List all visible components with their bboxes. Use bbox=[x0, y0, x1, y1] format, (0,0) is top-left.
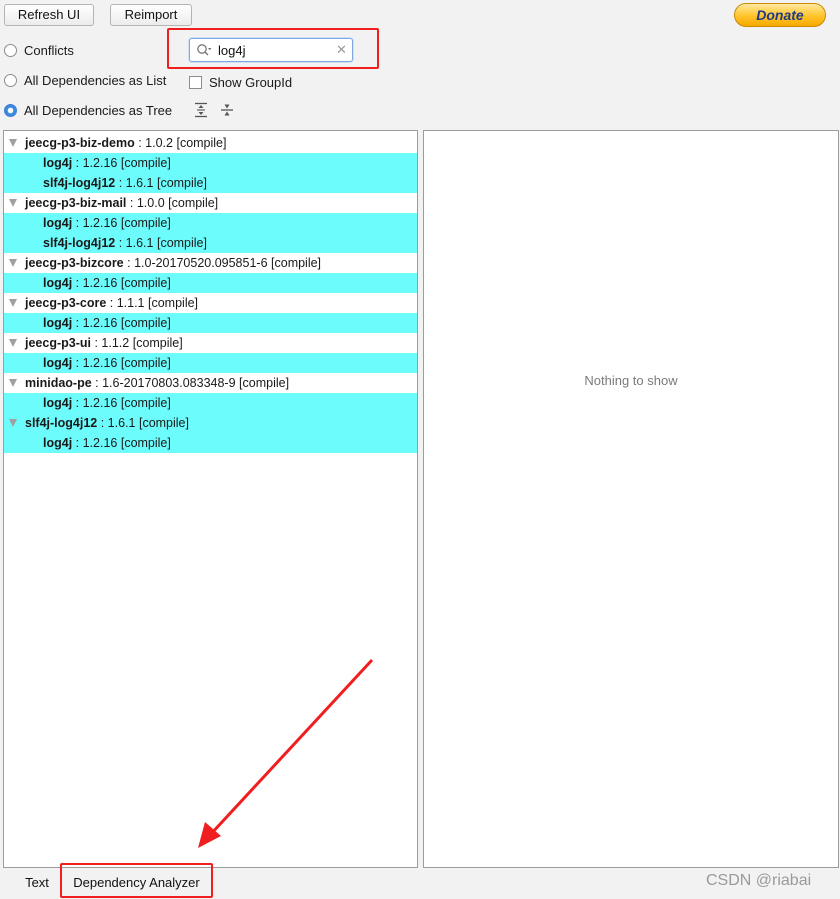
tree-node-label: jeecg-p3-biz-mail : 1.0.0 [compile] bbox=[25, 196, 219, 210]
expand-triangle-icon[interactable] bbox=[9, 419, 17, 427]
checkbox-box[interactable] bbox=[189, 75, 202, 89]
search-annotation-box bbox=[167, 28, 379, 69]
tree-node-label: log4j : 1.2.16 [compile] bbox=[43, 356, 171, 370]
tree-node-root[interactable]: slf4j-log4j12 : 1.6.1 [compile] bbox=[4, 413, 417, 433]
radio-dependencies-list[interactable]: All Dependencies as List bbox=[4, 71, 166, 89]
tree-node-child[interactable]: log4j : 1.2.16 [compile] bbox=[4, 213, 417, 233]
show-groupid-checkbox[interactable]: Show GroupId bbox=[189, 73, 292, 91]
expand-triangle-icon[interactable] bbox=[9, 259, 17, 267]
dependency-detail-panel[interactable]: Nothing to show bbox=[423, 130, 839, 868]
tree-node-label: jeecg-p3-biz-demo : 1.0.2 [compile] bbox=[25, 136, 227, 150]
expand-triangle-icon[interactable] bbox=[9, 339, 17, 347]
tree-node-label: slf4j-log4j12 : 1.6.1 [compile] bbox=[43, 176, 207, 190]
tree-node-label: slf4j-log4j12 : 1.6.1 [compile] bbox=[25, 416, 189, 430]
tree-node-child[interactable]: log4j : 1.2.16 [compile] bbox=[4, 433, 417, 453]
tree-node-label: minidao-pe : 1.6-20170803.083348-9 [comp… bbox=[25, 376, 290, 390]
tree-node-label: log4j : 1.2.16 [compile] bbox=[43, 396, 171, 410]
radio-conflicts[interactable]: Conflicts bbox=[4, 41, 74, 59]
tree-node-child[interactable]: log4j : 1.2.16 [compile] bbox=[4, 313, 417, 333]
dependency-tree-panel[interactable]: jeecg-p3-biz-demo : 1.0.2 [compile] log4j… bbox=[3, 130, 418, 868]
watermark: CSDN @riabai bbox=[706, 872, 812, 889]
expand-triangle-icon[interactable] bbox=[9, 379, 17, 387]
expand-triangle-icon[interactable] bbox=[9, 199, 17, 207]
tree-node-label: log4j : 1.2.16 [compile] bbox=[43, 276, 171, 290]
tree-node-label: log4j : 1.2.16 [compile] bbox=[43, 216, 171, 230]
radio-circle-selected[interactable] bbox=[4, 103, 17, 117]
radio-circle[interactable] bbox=[4, 73, 17, 87]
expand-all-icon[interactable] bbox=[194, 102, 208, 118]
radio-circle[interactable] bbox=[4, 43, 17, 57]
tree-node-child[interactable]: log4j : 1.2.16 [compile] bbox=[4, 353, 417, 373]
radio-label: All Dependencies as Tree bbox=[24, 102, 173, 118]
radio-label: Conflicts bbox=[24, 42, 74, 58]
tree-node-label: log4j : 1.2.16 [compile] bbox=[43, 316, 171, 330]
tree-node-child[interactable]: slf4j-log4j12 : 1.6.1 [compile] bbox=[4, 173, 417, 193]
tab-text[interactable]: Text bbox=[14, 870, 60, 896]
tree-node-root[interactable]: jeecg-p3-ui : 1.1.2 [compile] bbox=[4, 333, 417, 353]
tree-node-root[interactable]: jeecg-p3-bizcore : 1.0-20170520.095851-6… bbox=[4, 253, 417, 273]
expand-triangle-icon[interactable] bbox=[9, 139, 17, 147]
reimport-button[interactable]: Reimport bbox=[110, 4, 192, 26]
tree-node-root[interactable]: jeecg-p3-core : 1.1.1 [compile] bbox=[4, 293, 417, 313]
tree-node-root[interactable]: jeecg-p3-biz-demo : 1.0.2 [compile] bbox=[4, 133, 417, 153]
tree-node-root[interactable]: minidao-pe : 1.6-20170803.083348-9 [comp… bbox=[4, 373, 417, 393]
donate-button[interactable]: Donate bbox=[734, 3, 826, 27]
tree-node-label: jeecg-p3-ui : 1.1.2 [compile] bbox=[25, 336, 183, 350]
tree-node-label: slf4j-log4j12 : 1.6.1 [compile] bbox=[43, 236, 207, 250]
tree-node-label: jeecg-p3-bizcore : 1.0-20170520.095851-6… bbox=[25, 256, 322, 270]
tab-annotation-box bbox=[60, 863, 213, 898]
tree-node-label: log4j : 1.2.16 [compile] bbox=[43, 156, 171, 170]
dependency-tree: jeecg-p3-biz-demo : 1.0.2 [compile] log4j… bbox=[4, 131, 417, 453]
tree-node-child[interactable]: slf4j-log4j12 : 1.6.1 [compile] bbox=[4, 233, 417, 253]
radio-dependencies-tree[interactable]: All Dependencies as Tree bbox=[4, 101, 172, 119]
checkbox-label: Show GroupId bbox=[209, 74, 293, 90]
radio-label: All Dependencies as List bbox=[24, 72, 167, 88]
refresh-ui-button[interactable]: Refresh UI bbox=[4, 4, 94, 26]
empty-message: Nothing to show bbox=[584, 373, 678, 388]
collapse-all-icon[interactable] bbox=[220, 102, 234, 118]
tree-node-label: log4j : 1.2.16 [compile] bbox=[43, 436, 171, 450]
tree-node-child[interactable]: log4j : 1.2.16 [compile] bbox=[4, 273, 417, 293]
tree-node-child[interactable]: log4j : 1.2.16 [compile] bbox=[4, 393, 417, 413]
tree-node-child[interactable]: log4j : 1.2.16 [compile] bbox=[4, 153, 417, 173]
expand-triangle-icon[interactable] bbox=[9, 299, 17, 307]
tree-node-label: jeecg-p3-core : 1.1.1 [compile] bbox=[25, 296, 199, 310]
tree-node-root[interactable]: jeecg-p3-biz-mail : 1.0.0 [compile] bbox=[4, 193, 417, 213]
